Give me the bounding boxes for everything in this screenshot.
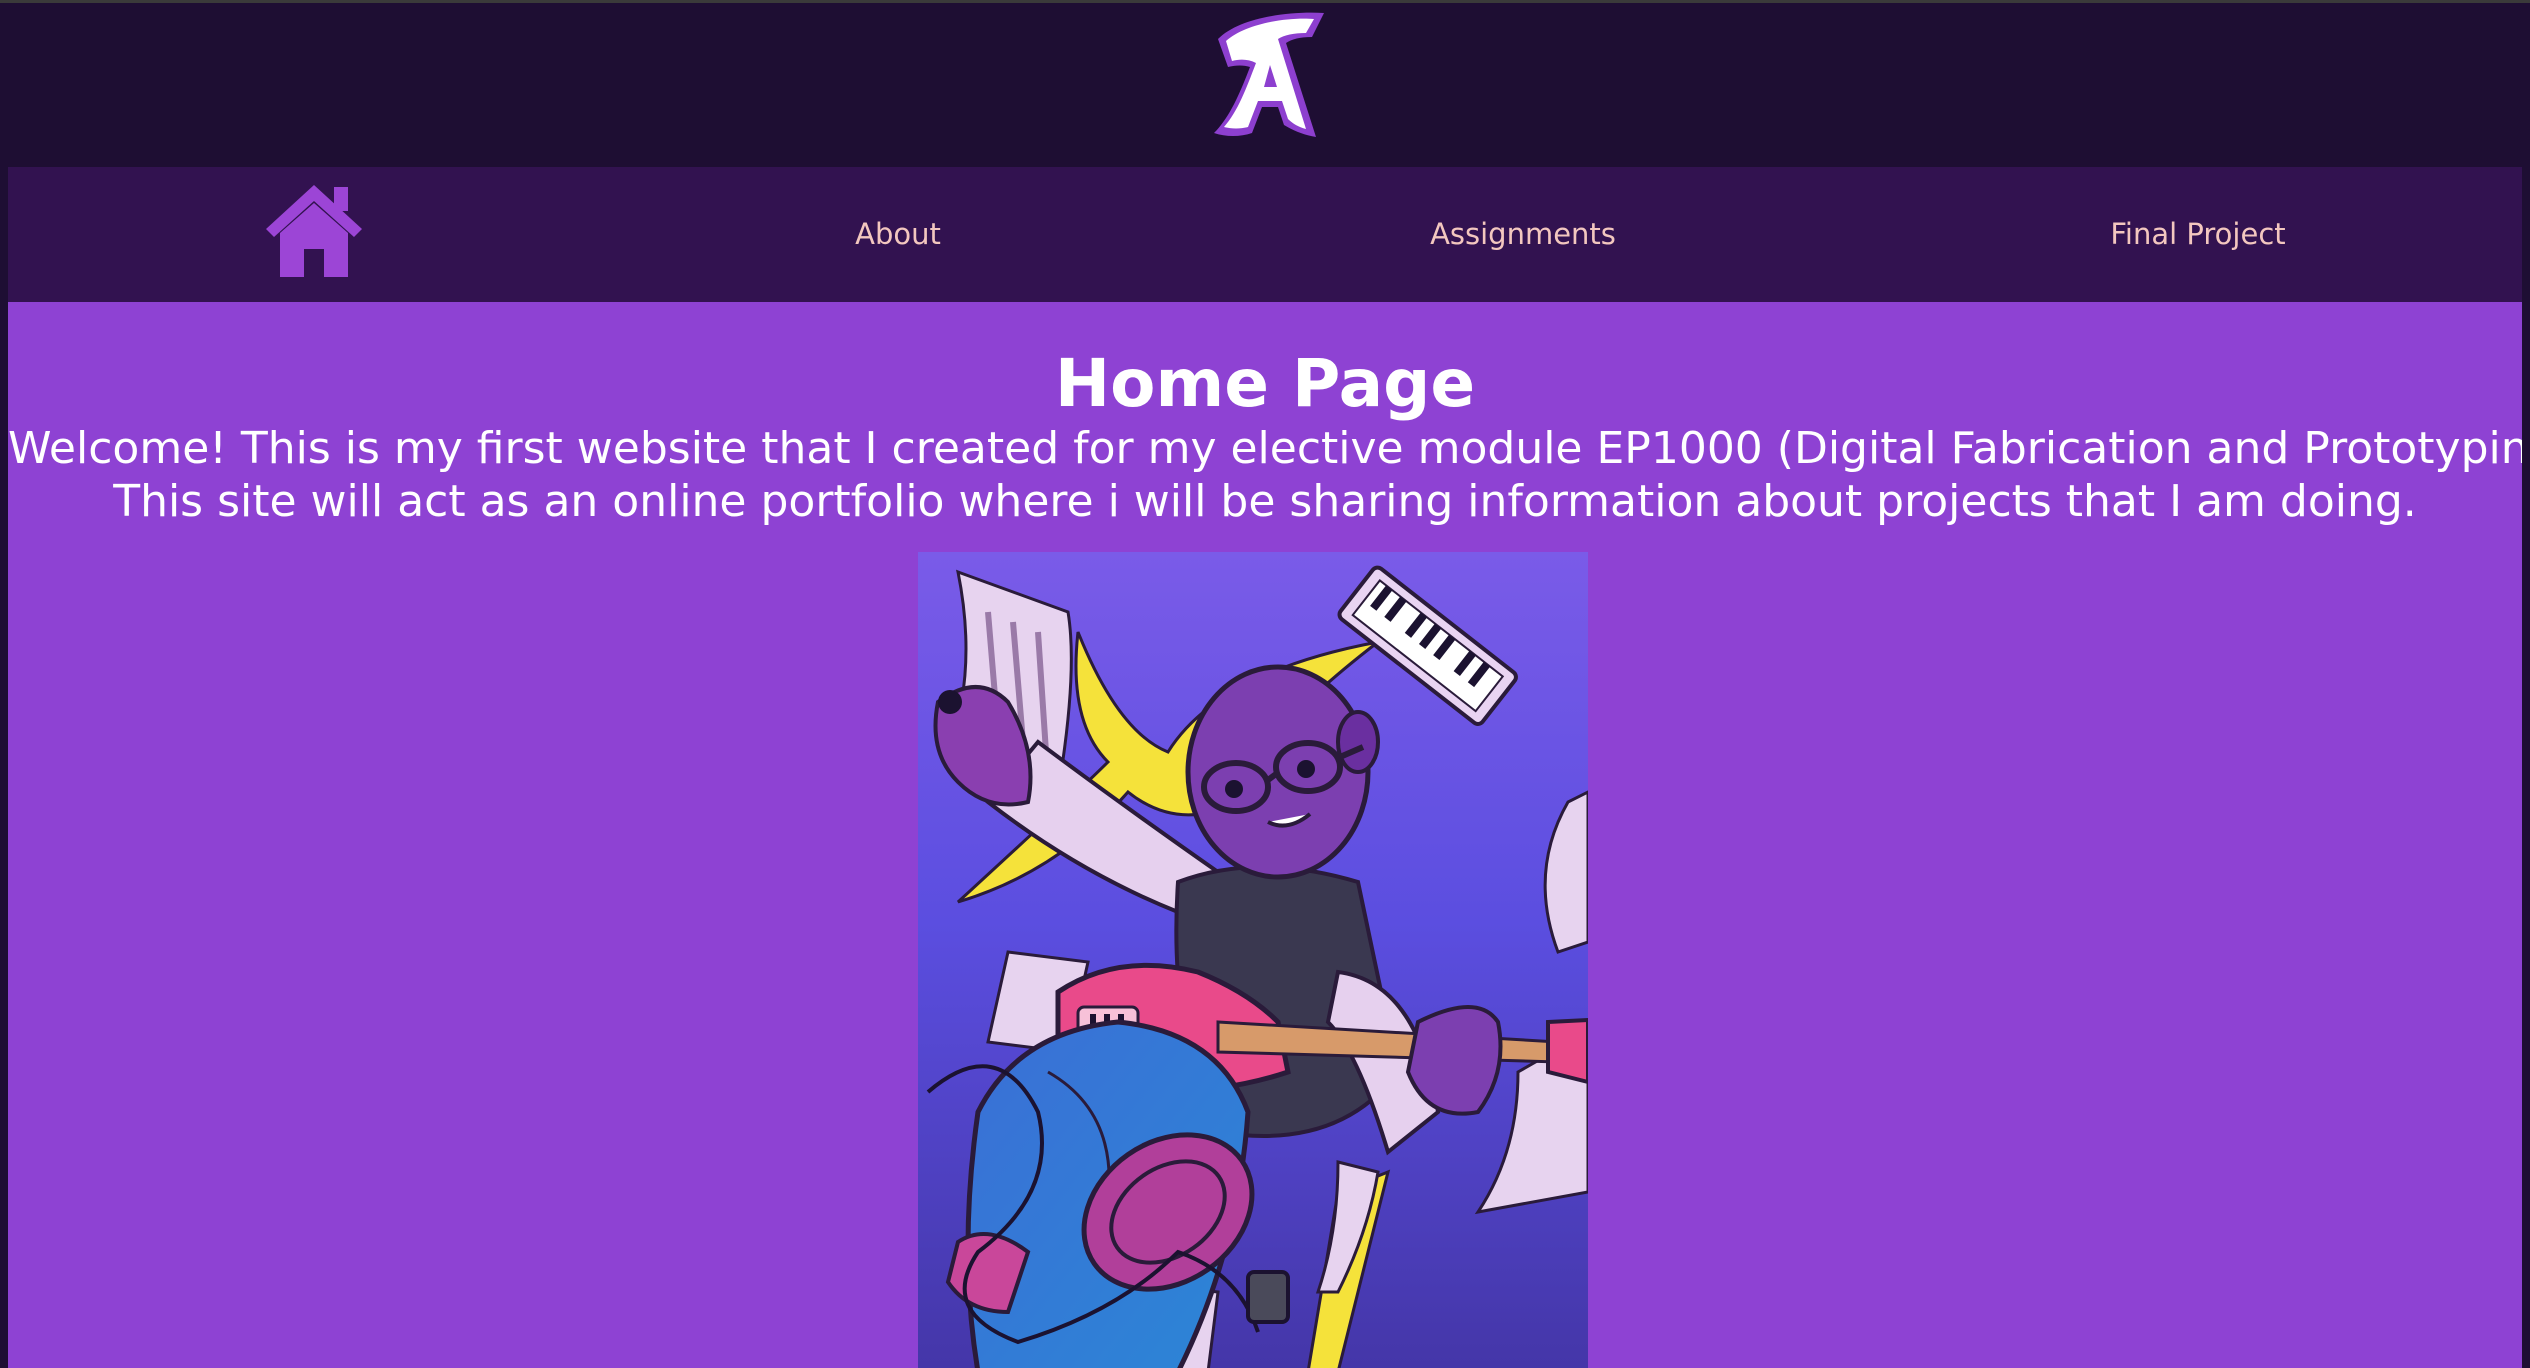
intro-line-2: This site will act as an online portfoli… bbox=[113, 476, 2417, 527]
nav-about-link[interactable]: About bbox=[798, 167, 998, 302]
guitarist-illustration bbox=[918, 552, 1588, 1368]
page: About Assignments Final Project Home Pag… bbox=[0, 0, 2530, 1368]
nav-final-project-link[interactable]: Final Project bbox=[2048, 167, 2348, 302]
main-content: Home Page Welcome! This is my first webs… bbox=[8, 302, 2522, 1368]
intro-line-1: Welcome! This is my first website that I… bbox=[8, 423, 2522, 474]
hero-illustration bbox=[918, 552, 1588, 1368]
nav-assignments-link[interactable]: Assignments bbox=[1373, 167, 1673, 302]
site-header bbox=[0, 3, 2530, 167]
house-icon bbox=[266, 185, 362, 277]
ta-logo[interactable] bbox=[1200, 7, 1330, 157]
main-nav: About Assignments Final Project bbox=[8, 167, 2522, 302]
intro-text: Welcome! This is my first website that I… bbox=[8, 422, 2522, 528]
ta-logo-icon bbox=[1214, 12, 1324, 137]
page-title: Home Page bbox=[1054, 345, 1476, 422]
home-link[interactable] bbox=[262, 181, 366, 281]
